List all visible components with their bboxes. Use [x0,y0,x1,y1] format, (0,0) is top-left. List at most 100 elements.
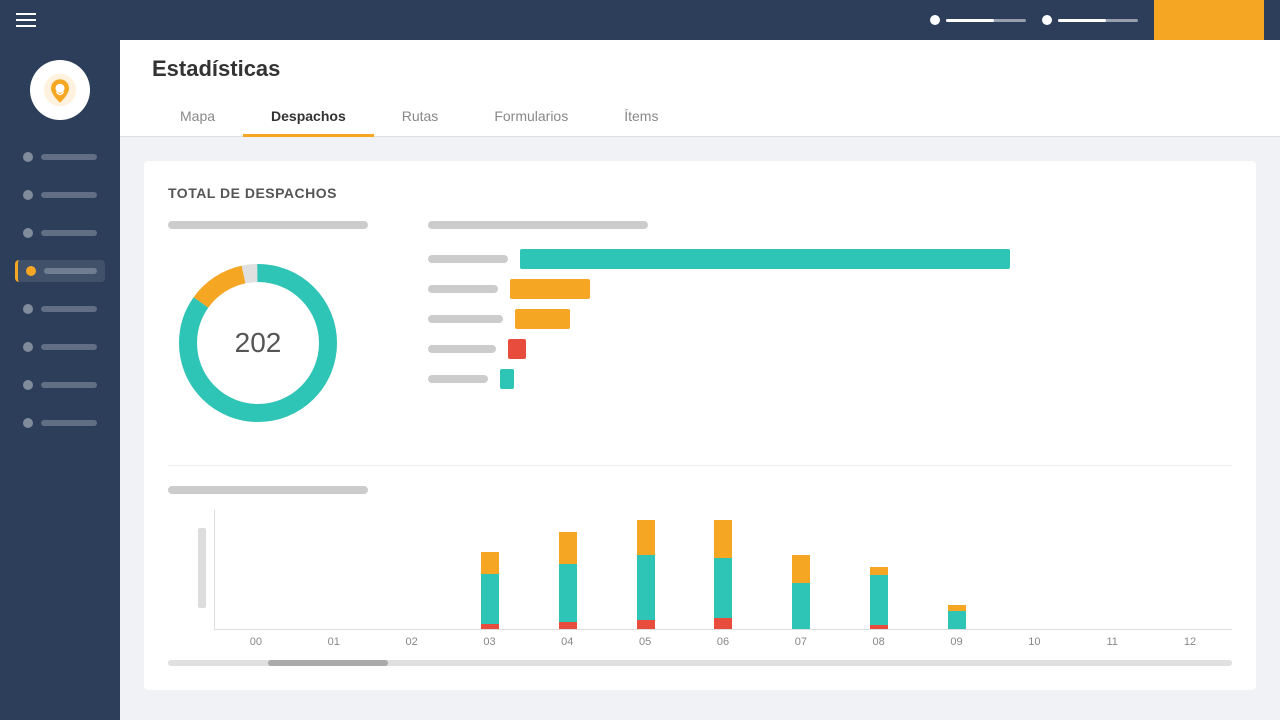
vbar-bars [214,510,1232,630]
bar-chart-label [428,221,648,229]
vbar-group-07 [763,555,839,629]
donut-area: 202 [168,221,388,433]
vbar-chart: 00 01 02 03 04 05 06 07 08 09 10 [214,510,1232,648]
sidebar-line-3 [41,230,97,236]
topbar-slider-1[interactable] [946,19,1026,22]
scroll-thumb[interactable] [268,660,388,666]
y-axis [198,528,206,648]
hbar-bar-2 [510,279,590,299]
sidebar-dot-8 [23,418,33,428]
vbar-yellow-05 [637,520,655,555]
topbar-dot-1 [930,15,940,25]
sidebar-item-7[interactable] [15,374,105,396]
x-label-03: 03 [452,636,528,648]
vbar-teal-05 [637,555,655,620]
topbar-orange-button[interactable] [1154,0,1264,40]
sidebar-line-4 [44,268,97,274]
sidebar-dot-1 [23,152,33,162]
y-axis-bar [198,528,206,608]
vbar-teal-09 [948,611,966,629]
page-content: TOTAL DE DESPACHOS [120,137,1280,720]
vbar-red-03 [481,624,499,629]
topbar [0,0,1280,40]
sidebar-item-8[interactable] [15,412,105,434]
donut-chart: 202 [168,253,348,433]
hamburger-icon[interactable] [16,13,36,27]
tab-rutas[interactable]: Rutas [374,98,467,137]
donut-value: 202 [235,327,282,359]
topbar-control-1 [930,15,1026,25]
hbar-label-2 [428,285,498,293]
hbar-row-2 [428,279,1232,299]
hbar-row-4 [428,339,1232,359]
tab-formularios[interactable]: Formularios [466,98,596,137]
vbar-group-09 [919,605,995,629]
topbar-slider-2[interactable] [1058,19,1138,22]
hbar-row-3 [428,309,1232,329]
x-label-12: 12 [1152,636,1228,648]
bottom-label [168,486,368,494]
x-label-04: 04 [529,636,605,648]
sidebar-logo[interactable] [30,60,90,120]
sidebar-item-6[interactable] [15,336,105,358]
sidebar-dot-5 [23,304,33,314]
vbar-red-05 [637,620,655,629]
vbar-group-03 [452,552,528,629]
sidebar [0,40,120,720]
hbar-row-5 [428,369,1232,389]
sidebar-item-5[interactable] [15,298,105,320]
sidebar-dot-6 [23,342,33,352]
vbar-teal-07 [792,583,810,629]
sidebar-line-1 [41,154,97,160]
sidebar-item-1[interactable] [15,146,105,168]
sidebar-item-3[interactable] [15,222,105,244]
stats-card: TOTAL DE DESPACHOS [144,161,1256,690]
hbar-label-4 [428,345,496,353]
vbar-yellow-08 [870,567,888,575]
x-label-02: 02 [374,636,450,648]
sidebar-line-5 [41,306,97,312]
sidebar-line-2 [41,192,97,198]
page-title: Estadísticas [152,56,1248,82]
tab-despachos[interactable]: Despachos [243,98,374,137]
x-label-01: 01 [296,636,372,648]
vbar-yellow-07 [792,555,810,583]
x-label-10: 10 [996,636,1072,648]
topbar-left [16,13,36,27]
scroll-track[interactable] [168,660,1232,666]
horizontal-bars [428,249,1232,389]
x-label-11: 11 [1074,636,1150,648]
hbar-bar-1 [520,249,1010,269]
vbar-yellow-04 [559,532,577,564]
bar-chart-area [428,221,1232,433]
vbar-teal-03 [481,574,499,624]
sidebar-item-2[interactable] [15,184,105,206]
sidebar-line-8 [41,420,97,426]
hbar-bar-3 [515,309,570,329]
x-label-07: 07 [763,636,839,648]
x-axis-labels: 00 01 02 03 04 05 06 07 08 09 10 [214,630,1232,648]
sidebar-dot-4 [26,266,36,276]
sidebar-line-6 [41,344,97,350]
vbar-group-06 [686,520,762,629]
sidebar-item-4[interactable] [15,260,105,282]
vbar-yellow-03 [481,552,499,574]
x-label-08: 08 [841,636,917,648]
x-label-00: 00 [218,636,294,648]
vbar-teal-06 [714,558,732,618]
tabs: Mapa Despachos Rutas Formularios Ítems [152,98,1248,136]
hbar-row-1 [428,249,1232,269]
x-label-09: 09 [919,636,995,648]
vbar-yellow-06 [714,520,732,558]
tab-items[interactable]: Ítems [596,98,686,137]
tab-mapa[interactable]: Mapa [152,98,243,137]
main-layout: Estadísticas Mapa Despachos Rutas Formul… [0,40,1280,720]
top-section: 202 [168,221,1232,433]
donut-label-bar [168,221,368,229]
vbar-teal-08 [870,575,888,625]
vbar-red-04 [559,622,577,629]
section-title: TOTAL DE DESPACHOS [168,185,1232,201]
x-label-05: 05 [607,636,683,648]
vbar-group-08 [841,567,917,629]
hbar-label-5 [428,375,488,383]
